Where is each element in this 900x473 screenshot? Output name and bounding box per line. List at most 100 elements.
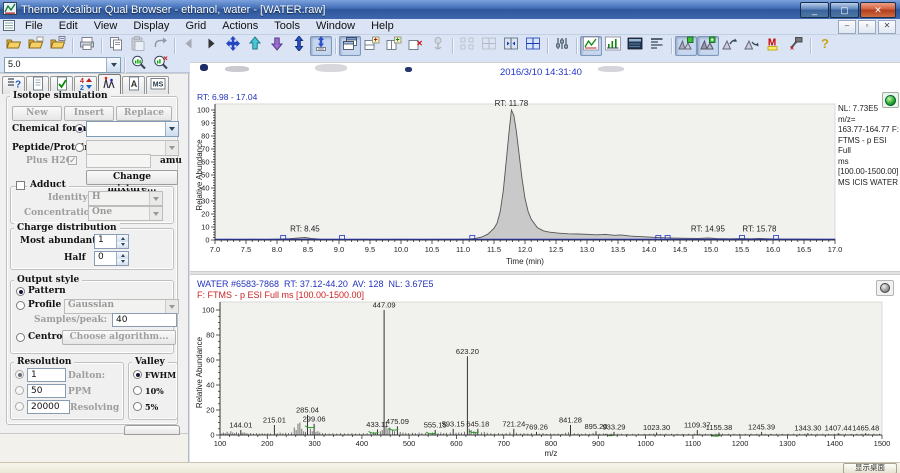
toolbar-separator bbox=[547, 38, 548, 54]
combo-dropdown-button[interactable] bbox=[106, 57, 120, 72]
chromatogram-plot[interactable]: RT: 6.98 - 17.04 7.0 7.5 8.0 8.5 9.0 9.5 10.0 10… bbox=[194, 86, 900, 271]
minimize-button[interactable]: _ bbox=[800, 2, 829, 18]
svg-text:20: 20 bbox=[206, 406, 214, 415]
copy-button[interactable] bbox=[105, 36, 127, 56]
maximize-cell-button[interactable] bbox=[456, 36, 478, 56]
plus-h2o-field[interactable] bbox=[86, 154, 151, 168]
valley-10-radio[interactable] bbox=[133, 386, 142, 395]
spectrum-view-button[interactable] bbox=[602, 36, 624, 56]
spectrum-chart[interactable]: 144.01 215.01 285.04 299.06 433.11 447.09 475.… bbox=[194, 296, 900, 467]
valley-fwhm-radio[interactable] bbox=[133, 370, 142, 379]
unzoom-peaks-button[interactable]: × bbox=[150, 54, 172, 75]
resolution-resolving-radio[interactable] bbox=[15, 402, 24, 411]
help-button[interactable]: ? bbox=[814, 36, 836, 56]
autoscale-y-button[interactable] bbox=[288, 35, 310, 56]
resolution-dalton-field[interactable]: 1 bbox=[27, 368, 66, 382]
cascade-windows-button[interactable] bbox=[339, 36, 361, 56]
child-restore-button[interactable]: ▫ bbox=[858, 20, 876, 34]
stepper-down-icon[interactable] bbox=[117, 258, 128, 265]
replace-button[interactable]: Replace bbox=[116, 106, 172, 121]
chromatogram-view-button[interactable] bbox=[580, 36, 602, 56]
svg-text:15.5: 15.5 bbox=[735, 245, 750, 254]
menu-grid[interactable]: Grid bbox=[177, 19, 214, 34]
mass-list-button[interactable]: M bbox=[763, 36, 785, 56]
delete-cell-button[interactable]: × bbox=[405, 36, 427, 56]
open-result-file-button[interactable] bbox=[25, 36, 47, 56]
equalize-cells-button[interactable] bbox=[478, 36, 500, 56]
map-view-button[interactable] bbox=[624, 36, 646, 56]
partial-button[interactable] bbox=[124, 425, 180, 435]
undo-button[interactable] bbox=[149, 36, 171, 56]
stepper-down-icon[interactable] bbox=[117, 241, 128, 248]
insert-cell-right-button[interactable]: + bbox=[383, 36, 405, 56]
grid-layout-button[interactable] bbox=[522, 36, 544, 56]
chromatogram-chart[interactable]: RT: 6.98 - 17.04 7.0 7.5 8.0 8.5 9.0 9.5 10.0 10… bbox=[194, 86, 900, 276]
menu-help[interactable]: Help bbox=[363, 19, 402, 34]
title-bar[interactable]: Thermo Xcalibur Qual Browser - ethanol, … bbox=[0, 0, 900, 19]
profile-combobox[interactable]: Gaussian bbox=[64, 299, 179, 314]
reset-scale-button[interactable] bbox=[222, 36, 244, 56]
pin-spectrum-button[interactable] bbox=[697, 36, 719, 56]
child-close-button[interactable]: ✕ bbox=[878, 20, 896, 34]
tab-annotation[interactable]: A bbox=[122, 76, 145, 94]
profile-radio[interactable] bbox=[16, 301, 25, 310]
half-stepper[interactable]: 0 bbox=[94, 251, 129, 266]
menu-file[interactable]: File bbox=[17, 19, 51, 34]
menu-window[interactable]: Window bbox=[308, 19, 363, 34]
close-button[interactable]: ✕ bbox=[860, 2, 896, 18]
restore-button[interactable]: ▢ bbox=[830, 2, 859, 18]
resolution-resolving-field[interactable]: 20000 bbox=[27, 400, 70, 414]
tools-button[interactable]: × bbox=[785, 36, 807, 56]
menu-tools[interactable]: Tools bbox=[266, 19, 308, 34]
forward-button[interactable] bbox=[200, 36, 222, 56]
zoom-level-combobox[interactable]: 5.0 bbox=[4, 56, 121, 73]
inactive-pin-icon[interactable] bbox=[876, 280, 894, 296]
new-button[interactable]: New bbox=[12, 106, 62, 121]
open-sequence-file-button[interactable] bbox=[47, 36, 69, 56]
pattern-radio[interactable] bbox=[16, 287, 25, 296]
change-mixture-button[interactable]: Change mixture... bbox=[86, 170, 178, 194]
plus-h2o-checkbox[interactable] bbox=[68, 155, 77, 166]
back-button[interactable] bbox=[178, 36, 200, 56]
previous-peak-button[interactable] bbox=[741, 36, 763, 56]
peptide-protein-radio[interactable] bbox=[75, 143, 84, 152]
report-view-button[interactable] bbox=[646, 36, 668, 56]
pin-chromatogram-button[interactable] bbox=[675, 36, 697, 56]
svg-text:12.5: 12.5 bbox=[549, 245, 564, 254]
menu-view[interactable]: View bbox=[86, 19, 126, 34]
insert-cell-left-button[interactable]: + bbox=[361, 36, 383, 56]
svg-text:4: 4 bbox=[80, 78, 84, 85]
split-cell-button[interactable] bbox=[500, 36, 522, 56]
concentration-combobox[interactable]: One bbox=[88, 206, 163, 221]
samples-field[interactable]: 40 bbox=[112, 313, 177, 327]
identity-combobox[interactable]: H bbox=[88, 191, 163, 206]
next-peak-button[interactable] bbox=[719, 36, 741, 56]
display-options-button[interactable] bbox=[551, 36, 573, 56]
most-abundant-stepper[interactable]: 1 bbox=[94, 234, 129, 249]
paste-button[interactable] bbox=[127, 36, 149, 56]
toolbar-separator bbox=[101, 38, 102, 54]
zoom-peaks-button[interactable] bbox=[128, 55, 150, 75]
chemical-formula-radio[interactable] bbox=[75, 124, 84, 133]
resolution-ppm-field[interactable]: 50 bbox=[27, 384, 66, 398]
resolution-ppm-radio[interactable] bbox=[15, 386, 24, 395]
choose-algorithm-button[interactable]: Choose algorithm... bbox=[62, 330, 176, 345]
anchor-cell-button[interactable] bbox=[427, 36, 449, 56]
tab-ms[interactable]: MS bbox=[146, 76, 169, 94]
open-raw-file-button[interactable] bbox=[3, 36, 25, 56]
menu-actions[interactable]: Actions bbox=[214, 19, 266, 34]
menu-display[interactable]: Display bbox=[125, 19, 177, 34]
valley-5-radio[interactable] bbox=[133, 402, 142, 411]
insert-button[interactable]: Insert bbox=[64, 106, 114, 121]
child-minimize-button[interactable]: – bbox=[838, 20, 856, 34]
spectrum-plot[interactable]: 144.01215.01285.04299.06433.11447.09475.… bbox=[194, 296, 900, 462]
scale-up-button[interactable] bbox=[244, 36, 266, 56]
scale-down-button[interactable] bbox=[266, 36, 288, 56]
resolution-dalton-radio[interactable] bbox=[15, 370, 24, 379]
chemical-formula-combobox[interactable] bbox=[86, 121, 179, 137]
adduct-checkbox[interactable] bbox=[16, 181, 25, 190]
normalize-raw-button[interactable] bbox=[310, 36, 332, 56]
print-button[interactable] bbox=[76, 36, 98, 56]
centroid-radio[interactable] bbox=[16, 333, 25, 342]
menu-edit[interactable]: Edit bbox=[51, 19, 86, 34]
